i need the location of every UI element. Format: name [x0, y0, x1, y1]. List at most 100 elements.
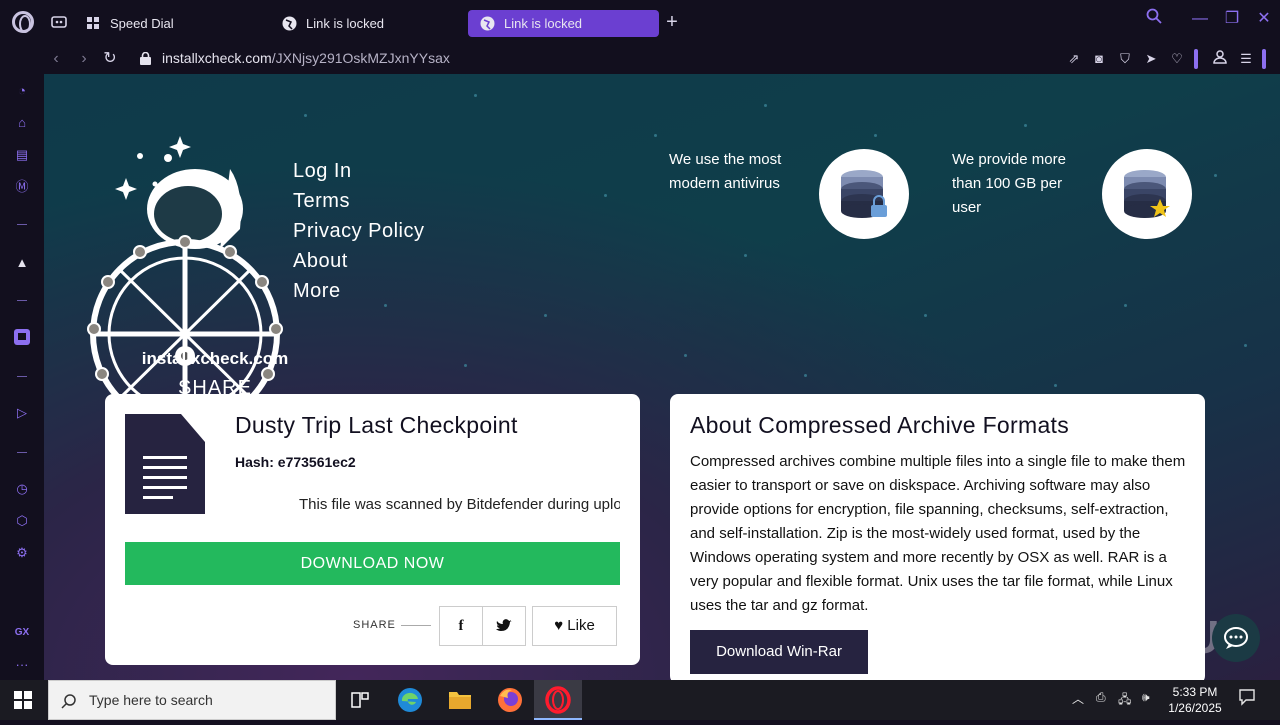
nav-login-link[interactable]: Log In	[293, 156, 424, 186]
task-view-icon[interactable]	[340, 684, 380, 716]
accent-divider	[1194, 49, 1198, 69]
aria-icon[interactable]: ▲	[13, 254, 31, 272]
extensions-cube-icon[interactable]: ⬡	[13, 512, 31, 530]
opera-taskbar-icon[interactable]	[534, 680, 582, 720]
tab-label: Link is locked	[504, 16, 583, 31]
about-title: About Compressed Archive Formats	[690, 412, 1070, 438]
tab-label: Speed Dial	[110, 16, 174, 31]
tab-bar: Speed Dial Link is locked Link is locked…	[0, 0, 1280, 44]
edge-icon[interactable]	[390, 684, 430, 716]
search-icon	[61, 694, 76, 709]
network-icon[interactable]: 🖧	[1118, 690, 1131, 711]
twitch-icon[interactable]	[13, 328, 31, 346]
url-domain: installxcheck.com	[162, 50, 272, 66]
nav-about-link[interactable]: About	[293, 246, 424, 276]
gx-corner-icon[interactable]: ⌂	[13, 114, 31, 132]
share-divider	[401, 625, 431, 626]
heart-icon: ♥	[554, 617, 564, 634]
firefox-icon[interactable]	[490, 684, 530, 716]
minimize-button[interactable]: —	[1189, 8, 1211, 30]
globe-icon	[480, 16, 495, 31]
database-star-icon	[1102, 149, 1192, 239]
vpn-shield-icon[interactable]: ⛉	[1116, 50, 1134, 68]
history-icon[interactable]: ◷	[13, 480, 31, 498]
back-button[interactable]: ‹	[46, 49, 66, 69]
taskbar-clock[interactable]: 5:33 PM 1/26/2025	[1160, 684, 1230, 716]
feature-antivirus-text: We use the most modern antivirus	[669, 151, 782, 192]
file-explorer-icon[interactable]	[440, 684, 480, 716]
document-icon	[125, 414, 205, 514]
like-label: Like	[567, 617, 595, 634]
clock-date: 1/26/2025	[1168, 701, 1222, 715]
globe-icon	[282, 16, 297, 31]
astronaut-ferris-wheel-icon	[87, 136, 283, 429]
gamepad-icon[interactable]	[50, 13, 68, 31]
news-icon[interactable]: ▤	[13, 146, 31, 164]
notification-icon[interactable]	[1238, 688, 1256, 709]
search-tabs-icon[interactable]	[1143, 8, 1165, 30]
player-icon[interactable]: ▷	[13, 404, 31, 422]
download-now-button[interactable]: DOWNLOAD NOW	[125, 542, 620, 585]
download-winrar-button[interactable]: Download Win-Rar	[690, 630, 868, 674]
tab-speed-dial[interactable]: Speed Dial	[74, 10, 264, 37]
file-title: Dusty Trip Last Checkpoint	[235, 412, 518, 438]
url-field[interactable]: installxcheck.com/JXNjsy291OskMZJxnYYsax	[162, 50, 450, 66]
web-page: installxcheck.com SHARE Log In Terms Pri…	[44, 74, 1280, 680]
twitter-share-button[interactable]	[482, 606, 526, 646]
scan-marquee: This file was scanned by Bitdefender dur…	[299, 496, 620, 513]
opera-menu-icon[interactable]	[12, 11, 34, 33]
site-logo[interactable]: installxcheck.com SHARE	[80, 134, 290, 429]
sidebar-separator	[17, 300, 27, 301]
send-icon[interactable]: ➤	[1142, 50, 1160, 68]
database-lock-icon	[819, 149, 909, 239]
speed-dial-icon	[87, 17, 99, 29]
profile-icon[interactable]	[1211, 50, 1229, 68]
site-nav: Log In Terms Privacy Policy About More	[293, 156, 424, 306]
maximize-button[interactable]: ❐	[1221, 8, 1243, 30]
like-button[interactable]: ♥ Like	[532, 606, 617, 646]
facebook-share-button[interactable]: f	[439, 606, 483, 646]
snapshot-icon[interactable]: ◙	[1090, 50, 1108, 68]
tab-label: Link is locked	[306, 16, 385, 31]
windows-taskbar: Type here to search ︿ ⎙ 🖧 🕪 5:33 PM 1/26…	[0, 680, 1280, 720]
url-path: /JXNjsy291OskMZJxnYYsax	[271, 50, 450, 66]
gx-control-icon[interactable]: GX	[13, 624, 31, 642]
messenger-m-icon[interactable]: Ⓜ	[13, 178, 31, 196]
file-hash: Hash: e773561ec2	[235, 454, 356, 470]
volume-icon[interactable]: 🕪	[1142, 690, 1150, 705]
sidebar-separator	[17, 376, 27, 377]
easy-setup-menu-icon[interactable]: ☰	[1237, 50, 1255, 68]
settings-gear-icon[interactable]: ⚙	[13, 544, 31, 562]
logo-domain-text: installxcheck.com	[141, 349, 289, 368]
tray-chevron-icon[interactable]: ︿	[1072, 690, 1084, 707]
tray-usb-icon[interactable]: ⎙	[1096, 690, 1106, 705]
more-dots-icon[interactable]: ···	[13, 656, 31, 674]
nav-more-link[interactable]: More	[293, 276, 424, 306]
heart-icon[interactable]: ♡	[1168, 50, 1186, 68]
speedometer-icon[interactable]: ◔	[13, 82, 31, 100]
close-button[interactable]: ✕	[1253, 8, 1275, 30]
file-card: Dusty Trip Last Checkpoint Hash: e773561…	[105, 394, 640, 665]
new-tab-button[interactable]: +	[663, 12, 681, 32]
facebook-icon: f	[458, 618, 464, 634]
accent-divider	[1262, 49, 1266, 69]
address-bar: ‹ › ↻ installxcheck.com/JXNjsy291OskMZJx…	[0, 44, 1280, 74]
easy-setup-icon[interactable]: ⇗	[1065, 50, 1083, 68]
tab-link-locked-active[interactable]: Link is locked	[468, 10, 659, 37]
chat-button[interactable]	[1212, 614, 1260, 662]
sidebar-separator	[17, 224, 27, 225]
forward-button[interactable]: ›	[74, 49, 94, 69]
windows-start-icon[interactable]	[14, 691, 32, 709]
taskbar-search-box[interactable]: Type here to search	[48, 680, 336, 720]
feature-storage-text: We provide more than 100 GB per user	[952, 151, 1066, 216]
twitter-icon	[496, 619, 512, 631]
sidebar: ◔ ⌂ ▤ Ⓜ ▲ ▷ ◷ ⬡ ⚙ GX ···	[0, 74, 44, 680]
lock-icon[interactable]	[140, 52, 151, 65]
nav-terms-link[interactable]: Terms	[293, 186, 424, 216]
reload-button[interactable]: ↻	[100, 49, 120, 69]
sidebar-separator	[17, 452, 27, 453]
chat-bubble-icon	[1224, 627, 1248, 649]
nav-privacy-link[interactable]: Privacy Policy	[293, 216, 424, 246]
tab-link-locked[interactable]: Link is locked	[270, 10, 460, 37]
share-label: SHARE	[353, 619, 396, 631]
